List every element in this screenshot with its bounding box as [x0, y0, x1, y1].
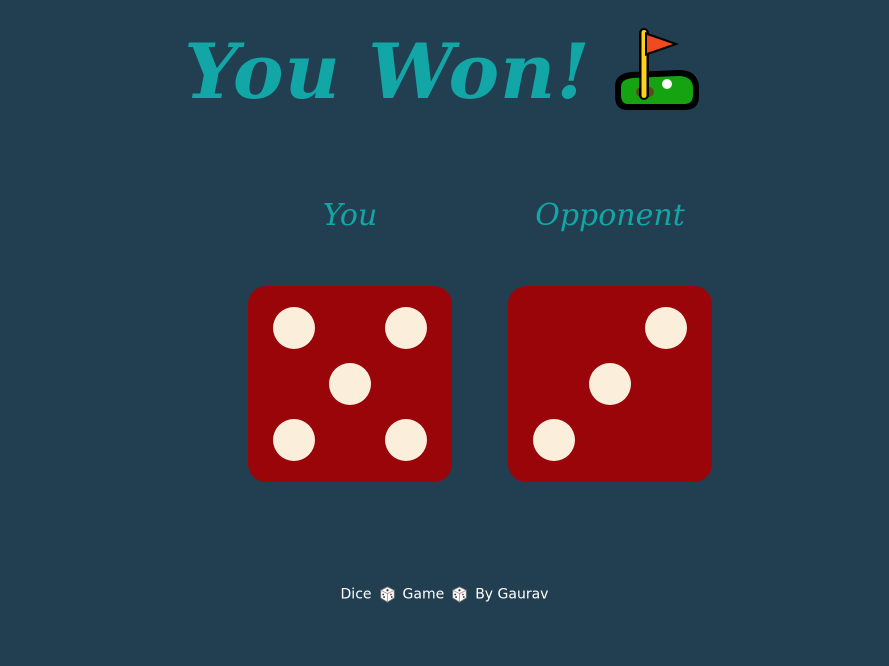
die-pip [385, 419, 427, 461]
result-title: You Won! [184, 27, 591, 116]
footer-word-game: Game [402, 586, 445, 603]
player-you-label: You [322, 198, 378, 233]
result-heading: You Won! [0, 22, 889, 122]
footer-word-dice: Dice [340, 586, 372, 603]
die-pip [385, 307, 427, 349]
die-pip [273, 419, 315, 461]
player-opponent-die [508, 286, 712, 482]
footer-author: By Gaurav [475, 586, 549, 603]
player-opponent-label: Opponent [535, 198, 685, 233]
player-you-die [248, 286, 452, 482]
footer-credit: Dice Game By Gaurav [0, 586, 889, 603]
die-pip [329, 363, 371, 405]
golf-flag-icon [614, 28, 699, 110]
die-pip [533, 419, 575, 461]
die-pip [273, 307, 315, 349]
die-pip [589, 363, 631, 405]
die-pip [645, 307, 687, 349]
die-icon [452, 586, 467, 603]
die-icon [379, 586, 395, 603]
